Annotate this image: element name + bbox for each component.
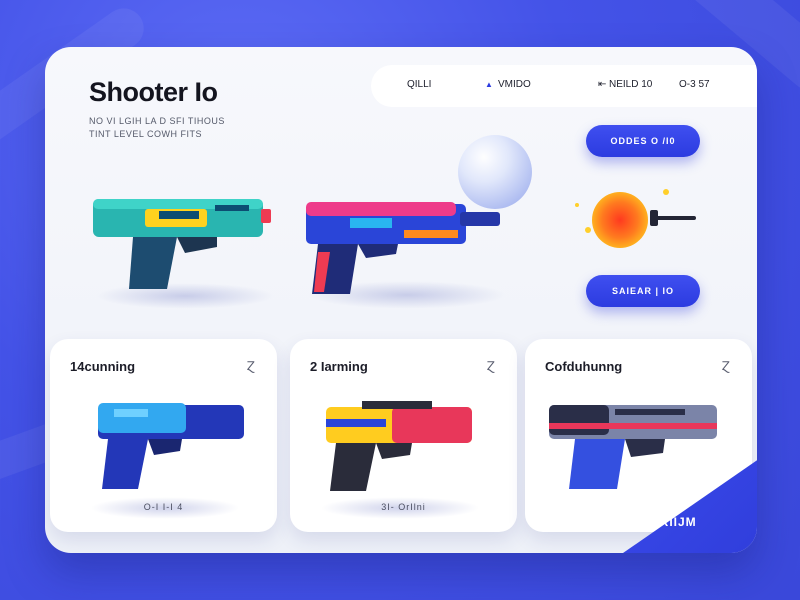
arrow-icon: ⇤ bbox=[598, 79, 607, 90]
card-footer: 3I- OrIlni bbox=[381, 502, 426, 512]
spark bbox=[575, 203, 579, 207]
zigzag-icon[interactable]: Ɀ bbox=[487, 359, 495, 373]
spark bbox=[585, 227, 591, 233]
triangle-icon: ▲ bbox=[485, 80, 493, 89]
subtitle-line: NO VI LGIH LA D SFI TIHOUS bbox=[89, 116, 225, 126]
nav-item-4[interactable]: O-3 57 bbox=[679, 79, 710, 90]
pink-blaster-image bbox=[306, 202, 500, 294]
subtitle: NO VI LGIH LA D SFI TIHOUS TINT LEVEL CO… bbox=[89, 115, 225, 141]
card-footer: O-I I-I 4 bbox=[143, 502, 184, 512]
bubble-orb bbox=[458, 135, 532, 209]
zigzag-icon[interactable]: Ɀ bbox=[722, 359, 730, 373]
nav-item-1[interactable]: QILLI bbox=[407, 79, 431, 90]
zigzag-icon[interactable]: Ɀ bbox=[247, 359, 255, 373]
weapon-card[interactable]: 14cunning Ɀ O-I I-I 4 bbox=[50, 339, 277, 532]
nav-item-3[interactable]: NEILD 10 bbox=[609, 79, 652, 90]
page-title: Shooter Io bbox=[89, 77, 218, 107]
card-title: 2 Iarming bbox=[310, 359, 368, 374]
weapon-card[interactable]: 2 Iarming Ɀ 3I- OrIlni bbox=[290, 339, 517, 532]
grey-pistol-image bbox=[549, 405, 717, 489]
nav-item-2[interactable]: VMIDO bbox=[498, 79, 531, 90]
yellow-pistol-image bbox=[326, 401, 472, 491]
spark bbox=[663, 189, 669, 195]
barrel-stub bbox=[652, 216, 696, 220]
card-title: Cofduhunng bbox=[545, 359, 623, 374]
corner-label[interactable]: IORIIJM bbox=[645, 515, 697, 529]
card-title: 14cunning bbox=[70, 359, 136, 374]
teal-blaster-image bbox=[93, 199, 271, 289]
subtitle-line: TINT LEVEL COWH FITS bbox=[89, 129, 203, 139]
barrel-stub bbox=[650, 210, 658, 226]
main-panel: Shooter Io NO VI LGIH LA D SFI TIHOUS TI… bbox=[45, 47, 757, 553]
orange-orb bbox=[592, 192, 648, 248]
top-nav-bar: QILLI ▲ VMIDO ⇤ NEILD 10 O-3 57 bbox=[371, 65, 757, 107]
blue-pistol-image bbox=[98, 403, 244, 489]
bottom-action-button[interactable]: SAIEAR | IO bbox=[586, 275, 700, 307]
top-action-button[interactable]: ODDES O /I0 bbox=[586, 125, 700, 157]
